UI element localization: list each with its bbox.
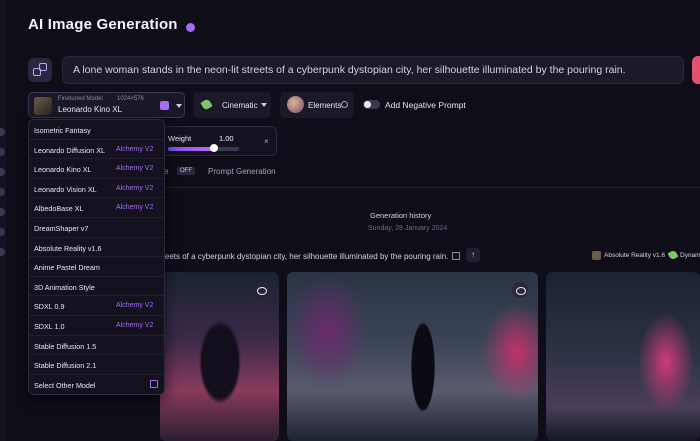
random-prompt-button[interactable] — [28, 58, 52, 82]
generation-model: Absolute Reality v1.6 — [604, 252, 666, 259]
dropdown-item-label: Absolute Reality v1.6 — [34, 243, 102, 253]
rail-icon[interactable] — [0, 148, 5, 156]
generated-image[interactable] — [287, 272, 538, 441]
weight-value: 1.00 — [219, 134, 234, 143]
dropdown-item-label: Leonardo Diffusion XL — [34, 145, 105, 155]
dropdown-item-label: Stable Diffusion 2.1 — [34, 361, 97, 371]
dropdown-item[interactable]: AlbedoBase XL Alchemy V2 — [29, 198, 164, 218]
dropdown-item[interactable]: SDXL 0.9 Alchemy V2 — [29, 296, 164, 316]
dropdown-item[interactable]: Isometric Fantasy — [29, 120, 164, 140]
reuse-prompt-button[interactable]: ↑ — [466, 248, 480, 262]
edit-icon[interactable] — [160, 101, 169, 110]
eye-icon[interactable] — [512, 282, 528, 298]
weight-label: Weight — [168, 134, 192, 143]
model-caption: Finetuned Model — [58, 96, 103, 102]
close-icon[interactable]: × — [264, 137, 269, 146]
dropdown-item[interactable]: Anime Pastel Dream — [29, 257, 164, 277]
dropdown-item[interactable]: Leonardo Vision XL Alchemy V2 — [29, 179, 164, 199]
model-icon — [592, 251, 601, 260]
weight-panel: Weight 1.00 × — [160, 126, 277, 156]
elements-button[interactable]: Elements — [280, 92, 354, 118]
dropdown-item-label: SDXL 0.9 — [34, 302, 65, 312]
elements-label: Elements — [308, 101, 342, 110]
dropdown-item-label: Anime Pastel Dream — [34, 263, 100, 273]
dropdown-item[interactable]: SDXL 1.0 Alchemy V2 — [29, 316, 164, 336]
generate-button[interactable] — [692, 56, 700, 84]
generated-image[interactable] — [546, 272, 700, 441]
style-label: Cinematic — [222, 101, 258, 110]
weight-slider-fill — [168, 147, 215, 151]
dropdown-item-label: Leonardo Kino XL — [34, 165, 92, 175]
model-select[interactable]: Finetuned Model 1024×576 Leonardo Kino X… — [28, 92, 185, 118]
dropdown-item-label: DreamShaper v7 — [34, 224, 89, 233]
dropdown-item[interactable]: Stable Diffusion 2.1 — [29, 355, 164, 375]
dropdown-item-label: Isometric Fantasy — [34, 126, 91, 135]
copy-icon[interactable] — [452, 252, 460, 260]
model-name: Leonardo Kino XL — [58, 105, 123, 114]
page-title: AI Image Generation — [28, 16, 178, 33]
dropdown-item-label: Leonardo Vision XL — [34, 184, 97, 194]
alchemy-badge: Alchemy V2 — [116, 302, 154, 310]
generated-image[interactable] — [160, 272, 279, 441]
model-dropdown: Isometric Fantasy Leonardo Diffusion XL Al… — [28, 119, 165, 395]
generation-prompt: treets of a cyberpunk dystopian city, he… — [160, 252, 449, 261]
dropdown-item[interactable]: Leonardo Diffusion XL Alchemy V2 — [29, 140, 164, 160]
dropdown-item[interactable]: 3D Animation Style — [29, 277, 164, 297]
rail-icon[interactable] — [0, 168, 5, 176]
style-select[interactable]: Cinematic — [193, 92, 271, 118]
left-rail — [0, 0, 6, 441]
prompt-bar: A lone woman stands in the neon-lit stre… — [28, 56, 684, 84]
dropdown-item[interactable]: Stable Diffusion 1.5 — [29, 336, 164, 356]
chevron-down-icon — [261, 103, 267, 107]
rail-icon[interactable] — [0, 188, 5, 196]
rail-icon[interactable] — [0, 128, 5, 136]
tab-prompt-generation[interactable]: Prompt Generation — [208, 167, 276, 176]
brush-icon — [200, 98, 213, 111]
dropdown-item-label: AlbedoBase XL — [34, 204, 84, 214]
weight-slider-handle[interactable] — [210, 144, 219, 152]
rail-icon[interactable] — [0, 228, 5, 236]
elements-thumbnail — [287, 96, 304, 113]
chevron-down-icon — [176, 104, 182, 108]
generation-style: Dynam — [680, 252, 700, 259]
model-thumbnail — [34, 97, 52, 115]
generation-history-date: Sunday, 28 January 2024 — [368, 225, 448, 232]
dice-icon — [39, 63, 47, 71]
dropdown-item-label: 3D Animation Style — [34, 282, 95, 292]
brush-icon — [667, 249, 679, 261]
alchemy-badge: Alchemy V2 — [116, 184, 154, 192]
dropdown-item[interactable]: DreamShaper v7 — [29, 218, 164, 238]
rail-icon[interactable] — [0, 208, 5, 216]
eye-icon[interactable] — [253, 282, 269, 298]
dropdown-item-label: SDXL 1.0 — [34, 322, 65, 331]
off-badge[interactable]: OFF — [177, 167, 195, 175]
alchemy-badge: Alchemy V2 — [116, 145, 154, 153]
dropdown-item-label: Stable Diffusion 1.5 — [34, 341, 97, 351]
prompt-input[interactable]: A lone woman stands in the neon-lit stre… — [62, 56, 684, 84]
negative-prompt-label: Add Negative Prompt — [385, 100, 466, 110]
alchemy-badge: Alchemy V2 — [116, 322, 154, 329]
dropdown-item[interactable]: Leonardo Kino XL Alchemy V2 — [29, 159, 164, 179]
dropdown-item-label: Select Other Model — [34, 380, 96, 390]
generation-history-title: Generation history — [370, 211, 432, 220]
gear-icon[interactable] — [341, 101, 348, 108]
external-link-icon — [150, 379, 158, 388]
rail-icon[interactable] — [0, 248, 5, 256]
alchemy-badge: Alchemy V2 — [116, 165, 154, 173]
model-dimensions: 1024×576 — [117, 96, 144, 102]
negative-prompt-toggle[interactable] — [363, 100, 380, 109]
weight-slider[interactable] — [168, 144, 239, 152]
dropdown-item[interactable]: Select Other Model — [29, 375, 164, 395]
alchemy-badge: Alchemy V2 — [116, 204, 154, 212]
help-icon[interactable] — [185, 23, 195, 32]
dropdown-item[interactable]: Absolute Reality v1.6 — [29, 238, 164, 258]
title-row: AI Image Generation — [28, 16, 195, 33]
